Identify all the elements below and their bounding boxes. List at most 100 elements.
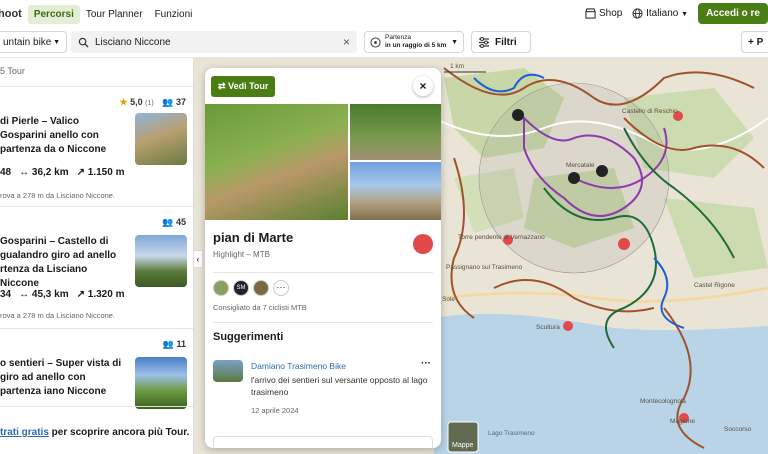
search-input[interactable]: Lisciano Niccone × [71, 31, 357, 53]
map-label: Passignano sul Trasimeno [446, 264, 523, 271]
comment-date: 12 aprile 2024 [251, 406, 299, 415]
comment-avatar[interactable] [213, 360, 243, 382]
distance-icon: ↔ [19, 167, 30, 178]
card-ascent: 1.150 m [87, 167, 125, 178]
users-icon: 👥 [162, 97, 174, 107]
card-meta: 👥 11 [163, 339, 186, 350]
map-label: Castello di Reschio [622, 108, 678, 115]
language-selector[interactable]: Italiano ▼ [632, 8, 688, 19]
comment-input[interactable] [213, 436, 433, 448]
ascent-icon: ↗ [76, 167, 85, 178]
comment-text: l'arrivo dei sentieri sul versante oppos… [251, 375, 428, 397]
more-avatars-icon[interactable]: ··· [273, 280, 289, 296]
photo-main[interactable] [205, 104, 348, 220]
comment-author[interactable]: Damiano Trasimeno Bike [251, 361, 346, 371]
nav-funzioni[interactable]: Funzioni [149, 5, 199, 24]
forest-area [664, 198, 768, 278]
map-label: Montecolognola [640, 398, 686, 405]
shop-label: Shop [598, 8, 623, 20]
card-meta: ★ 5,0 (1) 👥 37 [120, 97, 186, 108]
vedi-tour-label: Vedi Tour [228, 81, 269, 91]
tour-card[interactable]: ★ 5,0 (1) 👥 37 di Pierle – Valico Gospar… [0, 86, 193, 206]
signup-text: per scoprire ancora più Tour. [48, 427, 190, 438]
close-popup-button[interactable]: × [413, 76, 433, 96]
photo-2[interactable] [350, 104, 441, 160]
radius-line1: Partenza [385, 34, 412, 41]
tour-card[interactable]: 👥 11 o sentieri – Super vista di giro ad… [0, 328, 193, 409]
tour-card[interactable]: 👥 45 Gosparini – Castello di gualandro g… [0, 206, 193, 328]
top-navigation: hoot Percorsi Tour Planner Funzioni Shop… [0, 0, 768, 28]
card-photo [135, 113, 187, 165]
users-icon: 👥 [162, 217, 174, 227]
shop-icon [585, 8, 596, 19]
star-icon: ★ [119, 97, 128, 107]
signup-link[interactable]: trati gratis [0, 427, 49, 438]
tour-count: 5 Tour [0, 66, 25, 76]
login-button[interactable]: Accedi o re [698, 3, 768, 24]
sliders-icon [479, 36, 489, 48]
card-meta: 👥 45 [162, 217, 186, 228]
highlight-subtitle: Highlight – MTB [213, 250, 270, 259]
highlight-marker [618, 238, 630, 250]
comment-menu-icon[interactable]: ··· [421, 358, 431, 369]
start-marker [512, 109, 524, 121]
map-label: Magione [670, 418, 695, 425]
avatar[interactable] [253, 280, 269, 296]
avatar[interactable]: SM [233, 280, 249, 296]
search-icon [78, 37, 89, 48]
close-icon: × [419, 79, 427, 93]
brand-logo[interactable]: hoot [0, 8, 22, 20]
layer-button[interactable]: Mappe [452, 442, 473, 449]
scale-label: 1 km [450, 63, 465, 70]
clear-icon[interactable]: × [343, 35, 350, 49]
map-label: Scultura [536, 324, 560, 331]
collapse-panel-button[interactable]: ‹ [193, 250, 203, 268]
start-marker [596, 165, 608, 177]
language-label: Italiano [646, 8, 679, 20]
nav-percorsi[interactable]: Percorsi [27, 4, 80, 24]
map-label: Sole [442, 296, 456, 303]
route-icon: ⇄ [218, 81, 226, 91]
card-title[interactable]: di Pierle – Valico Gosparini anello con … [0, 115, 128, 157]
filter-bar: untain bike ▼ Lisciano Niccone × Partenz… [0, 28, 768, 58]
card-users: 37 [175, 97, 186, 107]
card-users: 45 [175, 217, 186, 227]
map-label: Torre pendente di Vernazzano [458, 234, 545, 241]
card-duration: 34 [0, 289, 12, 300]
highlight-marker [563, 321, 573, 331]
lake-water [434, 313, 768, 454]
plan-button[interactable]: + P [741, 31, 768, 53]
chevron-down-icon: ▼ [451, 38, 458, 46]
card-near: rova a 278 m da Lisciano Niccone. [0, 311, 116, 320]
photo-3[interactable] [350, 162, 441, 220]
map-label: Castel Rigone [694, 282, 735, 289]
divider [213, 322, 433, 323]
card-rating: 5,0 [130, 97, 143, 107]
radius-select[interactable]: Partenza in un raggio di 5 km ▼ [364, 31, 464, 53]
route-blue [653, 257, 685, 329]
sport-select[interactable]: untain bike ▼ [0, 31, 67, 53]
radius-icon [370, 36, 381, 48]
main-road [443, 286, 768, 303]
chevron-down-icon: ▼ [681, 11, 689, 19]
card-users: 11 [176, 339, 186, 349]
card-near: rova a 278 m da Lisciano Niccone. [0, 191, 116, 200]
card-title[interactable]: Gosparini – Castello di gualandro giro a… [0, 235, 128, 291]
card-duration: 48 [0, 167, 12, 178]
card-rating-count: (1) [145, 100, 154, 107]
sport-value: untain bike [3, 36, 52, 48]
vedi-tour-button[interactable]: ⇄ Vedi Tour [211, 76, 276, 97]
filters-button[interactable]: Filtri [471, 31, 531, 53]
globe-icon [632, 8, 643, 19]
filters-label: Filtri [495, 36, 517, 48]
avatar[interactable] [213, 280, 229, 296]
shop-link[interactable]: Shop [585, 8, 622, 19]
signup-cta: trati gratis per scoprire ancora più Tou… [0, 406, 193, 438]
chevron-down-icon: ▼ [53, 38, 60, 46]
map-label: Lago Trasimeno [488, 430, 535, 437]
bike-highlight-icon [413, 234, 433, 254]
suggestions-heading: Suggerimenti [213, 331, 284, 343]
tour-list: 5 Tour ★ 5,0 (1) 👥 37 di Pierle – Valico… [0, 58, 194, 454]
card-title[interactable]: o sentieri – Super vista di giro ad anel… [0, 357, 128, 399]
nav-tour-planner[interactable]: Tour Planner [80, 5, 149, 24]
